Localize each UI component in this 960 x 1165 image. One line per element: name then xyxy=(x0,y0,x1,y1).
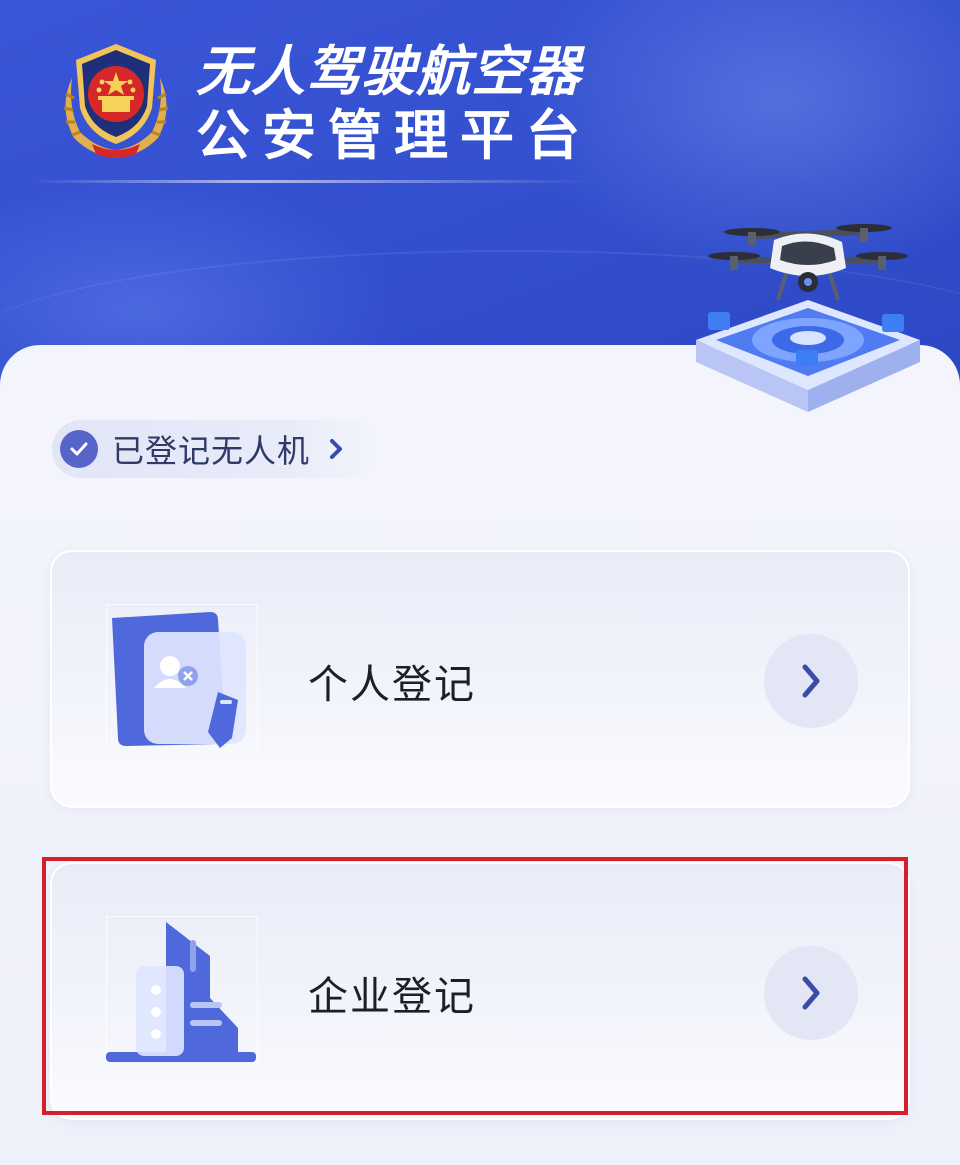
chevron-right-icon xyxy=(802,664,820,698)
police-emblem-icon xyxy=(63,44,169,158)
platform-title: 无人驾驶航空器 公安管理平台 xyxy=(196,40,592,168)
drone-illustration xyxy=(696,224,920,412)
building-icon xyxy=(106,916,258,1068)
chevron-right-icon xyxy=(330,439,343,459)
id-card-icon xyxy=(106,604,258,756)
enterprise-registration-label: 企业登记 xyxy=(308,974,476,1020)
chevron-right-icon xyxy=(802,976,820,1010)
registered-drones-label: 已登记无人机 xyxy=(112,432,311,470)
personal-registration-label: 个人登记 xyxy=(308,662,476,708)
check-circle-icon xyxy=(60,430,98,468)
registered-drones-link[interactable]: 已登记无人机 xyxy=(52,420,378,478)
enterprise-registration-card[interactable]: 企业登记 xyxy=(50,862,910,1120)
title-line-1: 无人驾驶航空器 xyxy=(196,40,581,103)
personal-registration-arrow-button[interactable] xyxy=(764,634,858,728)
enterprise-registration-arrow-button[interactable] xyxy=(764,946,858,1040)
title-line-2: 公安管理平台 xyxy=(196,104,592,167)
personal-registration-card[interactable]: 个人登记 xyxy=(50,550,910,808)
title-underline xyxy=(30,180,590,183)
